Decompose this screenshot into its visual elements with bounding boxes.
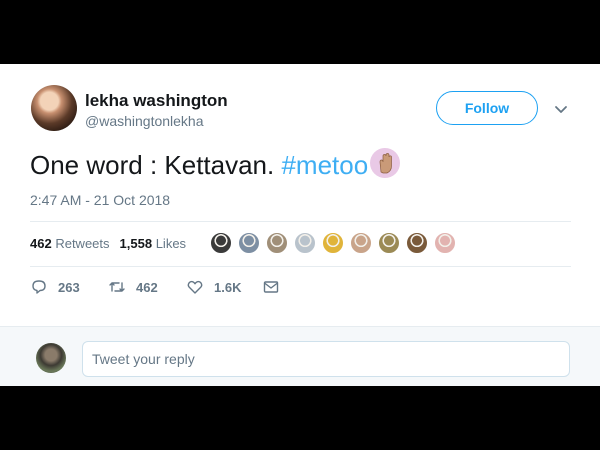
- retweets-stat[interactable]: 462 Retweets: [30, 236, 110, 251]
- divider: [30, 221, 571, 222]
- liker-avatar[interactable]: [378, 232, 400, 254]
- tweet-text-body: One word : Kettavan.: [30, 150, 282, 180]
- author-handle[interactable]: @washingtonlekha: [85, 113, 204, 129]
- divider: [30, 266, 571, 267]
- like-action[interactable]: 1.6K: [186, 278, 241, 296]
- like-count: 1.6K: [214, 279, 242, 295]
- chevron-down-icon[interactable]: [552, 100, 570, 118]
- retweet-icon: [109, 282, 125, 292]
- likes-count: 1,558: [119, 236, 153, 251]
- tweet-timestamp[interactable]: 2:47 AM - 21 Oct 2018: [30, 192, 170, 208]
- author-display-name[interactable]: lekha washington: [85, 91, 228, 111]
- tweet-card: lekha washington @washingtonlekha Follow…: [0, 64, 600, 326]
- liker-avatar[interactable]: [294, 232, 316, 254]
- liker-avatar[interactable]: [406, 232, 428, 254]
- heart-icon: [187, 280, 203, 294]
- current-user-avatar: [36, 343, 66, 373]
- tweet-text: One word : Kettavan. #metoo: [30, 148, 401, 181]
- reply-icon: [32, 280, 46, 294]
- envelope-icon: [263, 281, 279, 293]
- likes-stat[interactable]: 1,558 Likes: [120, 236, 187, 251]
- liker-avatar[interactable]: [210, 232, 232, 254]
- author-avatar[interactable]: [31, 85, 77, 131]
- reply-action[interactable]: 263: [30, 278, 80, 296]
- liker-avatar[interactable]: [238, 232, 260, 254]
- reply-input[interactable]: [82, 341, 570, 377]
- liker-avatar[interactable]: [350, 232, 372, 254]
- hashtag-link[interactable]: #metoo: [281, 150, 368, 180]
- liker-avatar[interactable]: [322, 232, 344, 254]
- reply-count: 263: [58, 279, 80, 295]
- direct-message-action[interactable]: [262, 278, 280, 296]
- liker-avatar[interactable]: [434, 232, 456, 254]
- follow-button[interactable]: Follow: [436, 91, 538, 125]
- raised-hand-icon: [370, 148, 401, 178]
- tweet-stats: 462 Retweets 1,558 Likes: [30, 236, 186, 251]
- retweets-count: 462: [30, 236, 52, 251]
- reply-area: [0, 326, 600, 386]
- likes-label: Likes: [155, 236, 187, 251]
- liker-avatar[interactable]: [266, 232, 288, 254]
- retweet-action[interactable]: 462: [108, 278, 158, 296]
- retweets-label: Retweets: [55, 236, 110, 251]
- retweet-count: 462: [136, 279, 158, 295]
